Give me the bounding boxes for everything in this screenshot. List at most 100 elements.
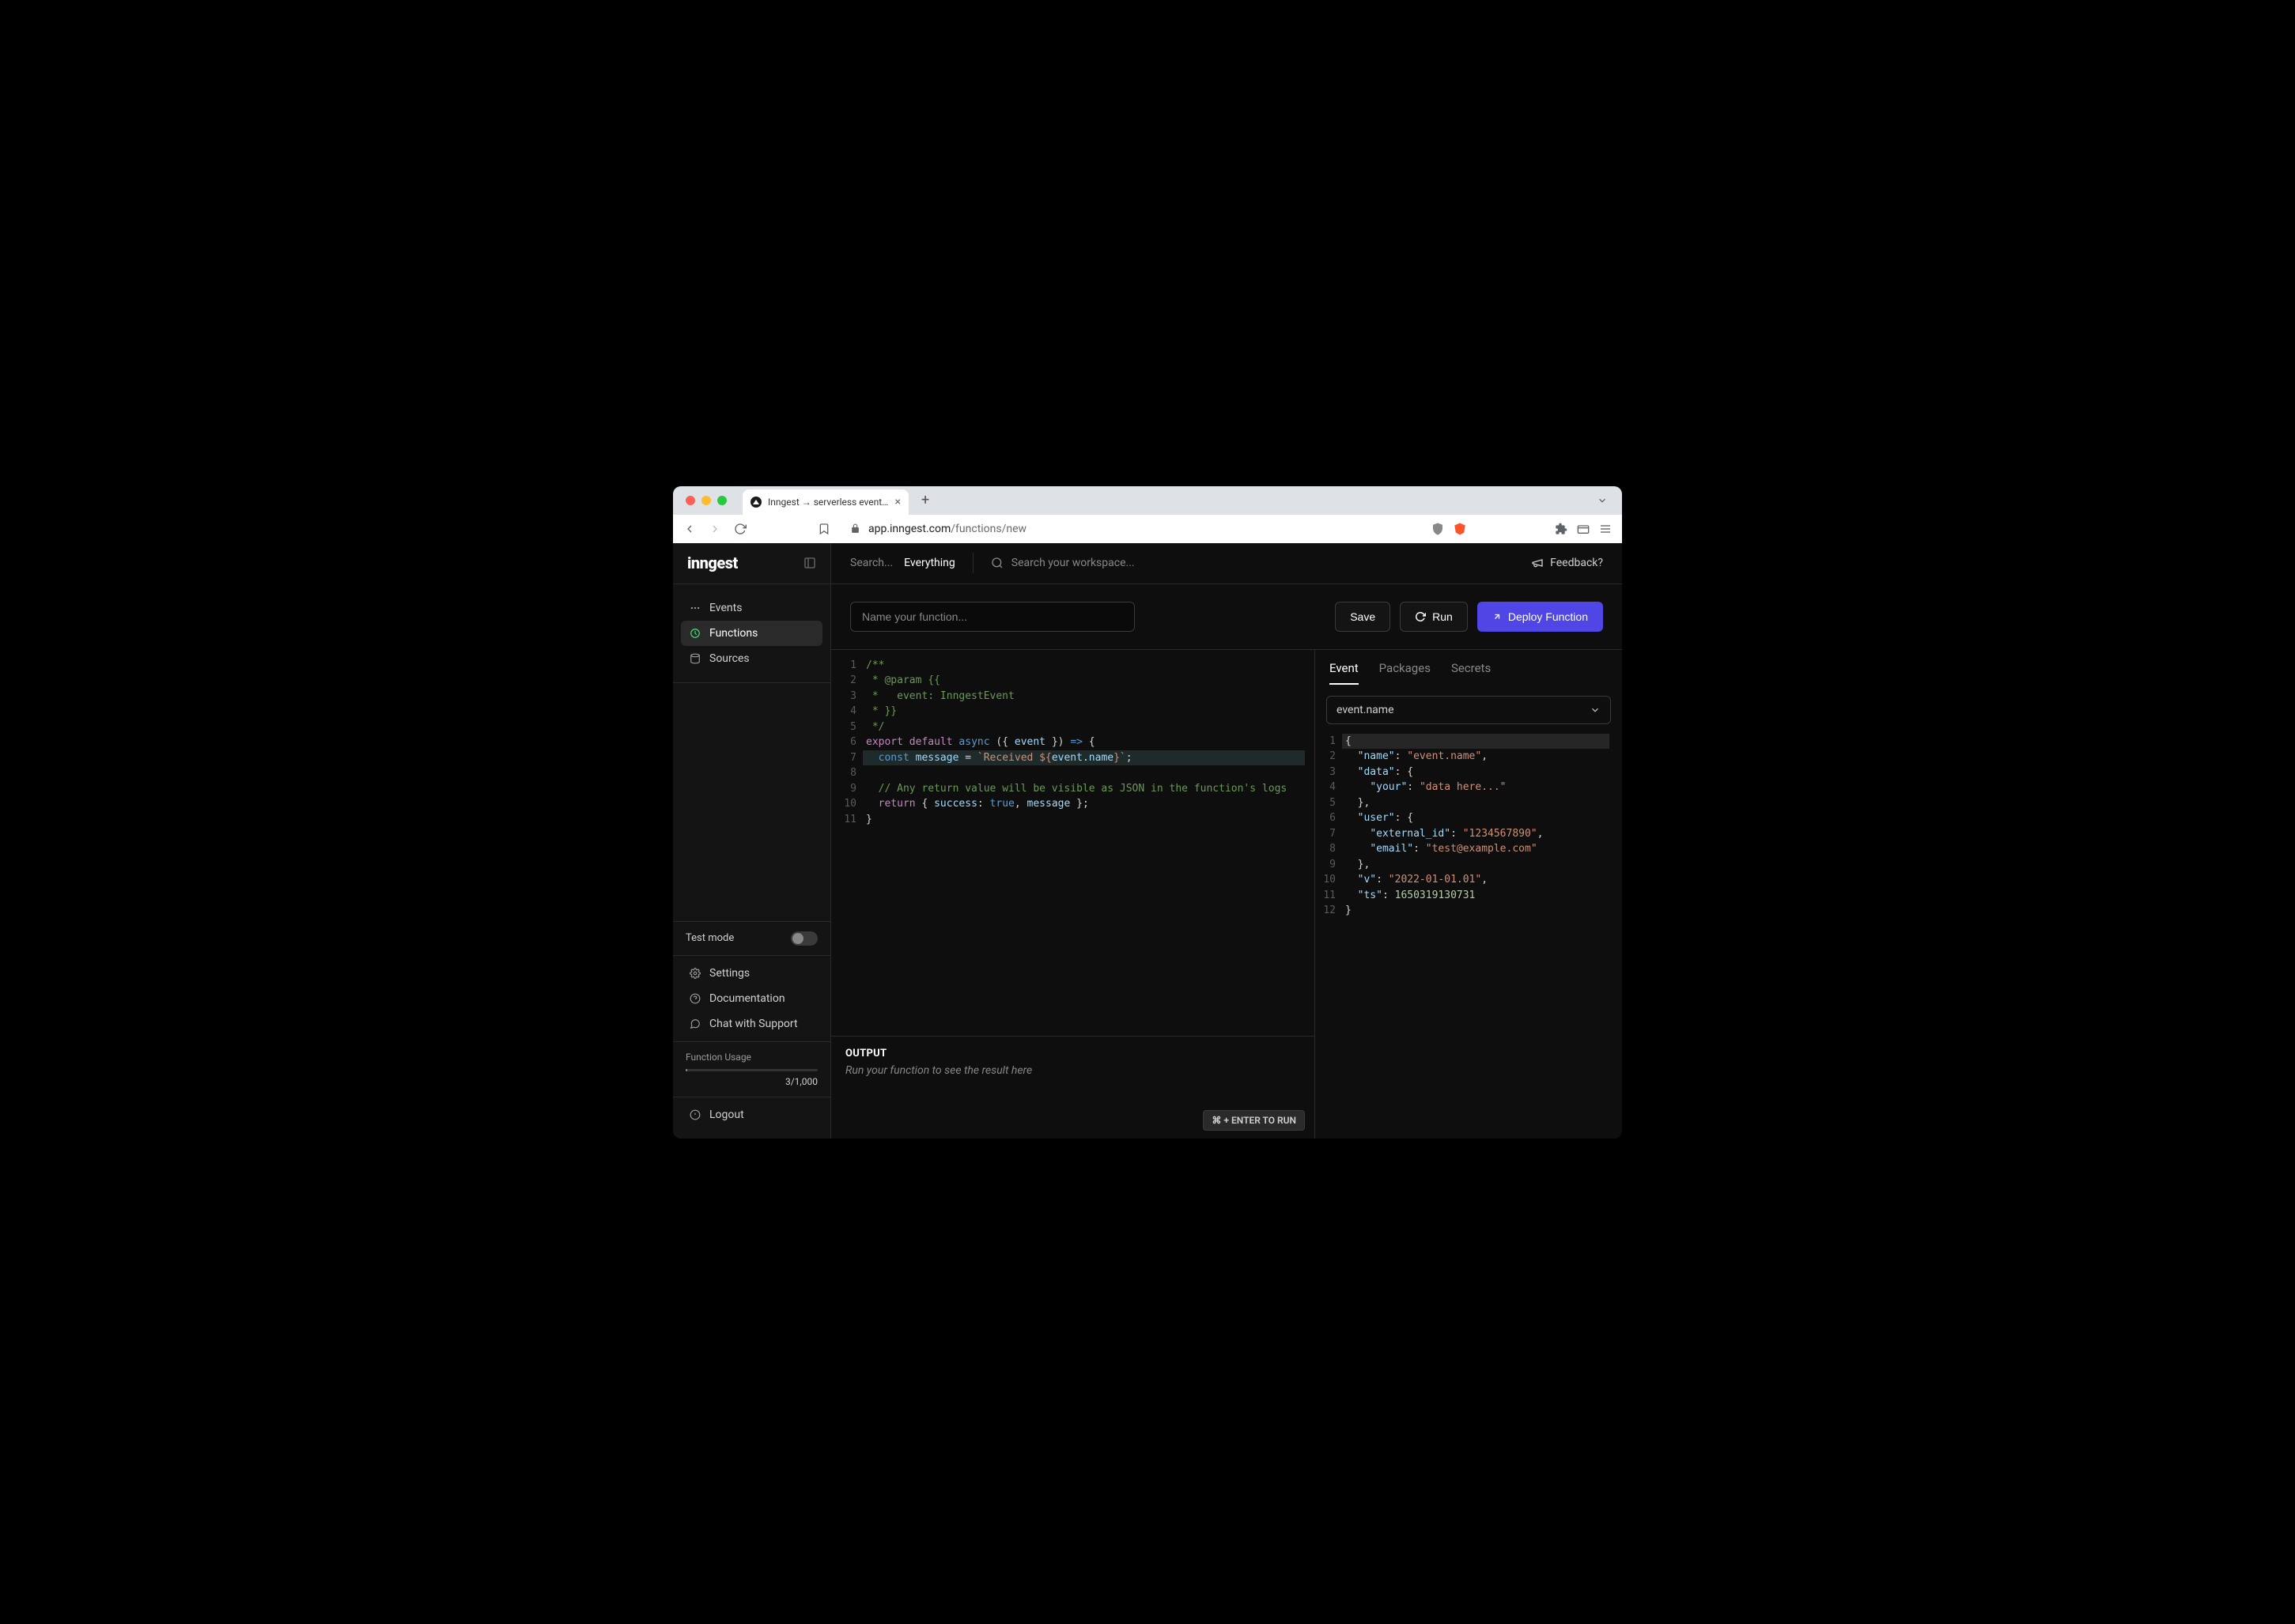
extensions-button[interactable]: [1554, 522, 1568, 536]
deploy-button[interactable]: Deploy Function: [1477, 602, 1603, 632]
sidebar-item-settings[interactable]: Settings: [681, 961, 822, 986]
code-lines: /** * @param {{ * event: InngestEvent * …: [866, 658, 1314, 1036]
sidebar-collapse-button[interactable]: [803, 557, 816, 569]
browser-forward-button[interactable]: [708, 523, 722, 535]
bookmark-button[interactable]: [817, 523, 831, 535]
save-label: Save: [1350, 610, 1375, 623]
brave-shield-icon[interactable]: [1431, 522, 1445, 536]
workspace-search[interactable]: Search your workspace...: [991, 557, 1517, 569]
events-icon: [689, 602, 701, 614]
logo: inngest: [687, 553, 738, 572]
nav-label: Sources: [709, 652, 750, 665]
browser-window: Inngest → serverless event-driv × +: [673, 486, 1622, 1139]
function-name-input[interactable]: [850, 602, 1135, 632]
usage-bar: [686, 1069, 818, 1071]
save-button[interactable]: Save: [1335, 602, 1390, 632]
new-tab-button[interactable]: +: [915, 492, 936, 508]
event-select[interactable]: event.name: [1326, 696, 1611, 724]
gear-icon: [689, 967, 701, 980]
sidebar-item-documentation[interactable]: Documentation: [681, 986, 822, 1011]
window-minimize-button[interactable]: [701, 496, 711, 505]
test-mode-toggle[interactable]: [791, 931, 818, 946]
run-button[interactable]: Run: [1400, 602, 1468, 632]
usage-section: Function Usage 3/1,000: [673, 1042, 830, 1097]
browser-tab[interactable]: Inngest → serverless event-driv ×: [743, 489, 909, 515]
topbar: Search... Everything Search your workspa…: [831, 543, 1622, 584]
action-bar: Save Run Deploy Function: [831, 584, 1622, 649]
json-editor[interactable]: 123456789101112 { "name": "event.name", …: [1315, 731, 1622, 1139]
footer-links: Settings Documentation Chat with Support: [673, 956, 830, 1042]
megaphone-icon: [1531, 557, 1544, 569]
chat-icon: [689, 1018, 701, 1030]
main: Search... Everything Search your workspa…: [831, 543, 1622, 1139]
run-label: Run: [1432, 610, 1453, 623]
logout-icon: [689, 1108, 701, 1121]
feedback-button[interactable]: Feedback?: [1531, 557, 1603, 569]
output-title: OUTPUT: [845, 1048, 1300, 1059]
sidebar-item-logout[interactable]: Logout: [681, 1102, 822, 1127]
nav-label: Events: [709, 602, 742, 614]
url-bar: app.inngest.com/functions/new: [673, 515, 1622, 543]
app: inngest Events Functions: [673, 543, 1622, 1139]
functions-icon: [689, 627, 701, 640]
workspace: 1234567891011 /** * @param {{ * event: I…: [831, 649, 1622, 1139]
tab-bar: Inngest → serverless event-driv × +: [673, 486, 1622, 515]
tab-secrets[interactable]: Secrets: [1451, 661, 1491, 685]
sidebar-item-functions[interactable]: Functions: [681, 621, 822, 646]
sources-icon: [689, 652, 701, 665]
usage-value: 3/1,000: [686, 1076, 818, 1087]
deploy-label: Deploy Function: [1508, 610, 1588, 623]
search-scope: Search... Everything: [850, 557, 955, 569]
tab-close-button[interactable]: ×: [895, 496, 901, 508]
run-hint: ⌘ + ENTER TO RUN: [1203, 1110, 1305, 1131]
nav-label: Documentation: [709, 992, 785, 1005]
window-close-button[interactable]: [686, 496, 695, 505]
sidebar: inngest Events Functions: [673, 543, 831, 1139]
test-mode-label: Test mode: [686, 932, 734, 944]
tab-event[interactable]: Event: [1329, 661, 1359, 685]
logo-row: inngest: [673, 543, 830, 584]
editor-pane: 1234567891011 /** * @param {{ * event: I…: [831, 650, 1315, 1139]
event-select-value: event.name: [1337, 704, 1394, 716]
scope-everything[interactable]: Everything: [904, 557, 955, 569]
extension-icons: [1431, 522, 1613, 536]
browser-chrome: Inngest → serverless event-driv × +: [673, 486, 1622, 543]
nav-label: Functions: [709, 627, 758, 640]
sidebar-item-sources[interactable]: Sources: [681, 646, 822, 671]
workspace-search-placeholder: Search your workspace...: [1011, 557, 1135, 569]
nav-label: Chat with Support: [709, 1018, 798, 1030]
window-maximize-button[interactable]: [717, 496, 727, 505]
search-label: Search...: [850, 557, 893, 569]
output-placeholder: Run your function to see the result here: [845, 1064, 1300, 1077]
browser-menu-button[interactable]: [1598, 522, 1613, 536]
usage-label: Function Usage: [686, 1052, 818, 1063]
browser-reload-button[interactable]: [733, 523, 747, 535]
tab-favicon-icon: [751, 497, 762, 508]
browser-back-button[interactable]: [682, 523, 697, 535]
nav-label: Logout: [709, 1108, 744, 1121]
nav-section: Events Functions Sources: [673, 584, 830, 683]
nav-label: Settings: [709, 967, 750, 980]
sidebar-item-chat-support[interactable]: Chat with Support: [681, 1011, 822, 1037]
logout-section: Logout: [673, 1097, 830, 1139]
sidebar-item-events[interactable]: Events: [681, 595, 822, 621]
brave-logo-icon[interactable]: [1453, 522, 1467, 536]
code-gutter: 1234567891011: [831, 658, 866, 1036]
code-editor[interactable]: 1234567891011 /** * @param {{ * event: I…: [831, 650, 1314, 1036]
tab-overflow-button[interactable]: [1590, 495, 1614, 506]
help-icon: [689, 992, 701, 1005]
feedback-label: Feedback?: [1550, 557, 1603, 569]
url-text: app.inngest.com/functions/new: [868, 523, 1027, 535]
reload-icon: [1415, 611, 1426, 622]
json-gutter: 123456789101112: [1315, 734, 1345, 1131]
lock-icon: [850, 523, 860, 534]
test-mode-row: Test mode: [673, 921, 830, 956]
wallet-icon[interactable]: [1576, 522, 1590, 536]
side-pane: Event Packages Secrets event.name 123456…: [1315, 650, 1622, 1139]
url-field[interactable]: app.inngest.com/functions/new: [842, 523, 1420, 535]
tab-packages[interactable]: Packages: [1379, 661, 1431, 685]
url-path: /functions/new: [951, 523, 1027, 535]
divider: [973, 553, 974, 573]
json-lines: { "name": "event.name", "data": { "your"…: [1345, 734, 1622, 1131]
search-icon: [991, 557, 1004, 569]
